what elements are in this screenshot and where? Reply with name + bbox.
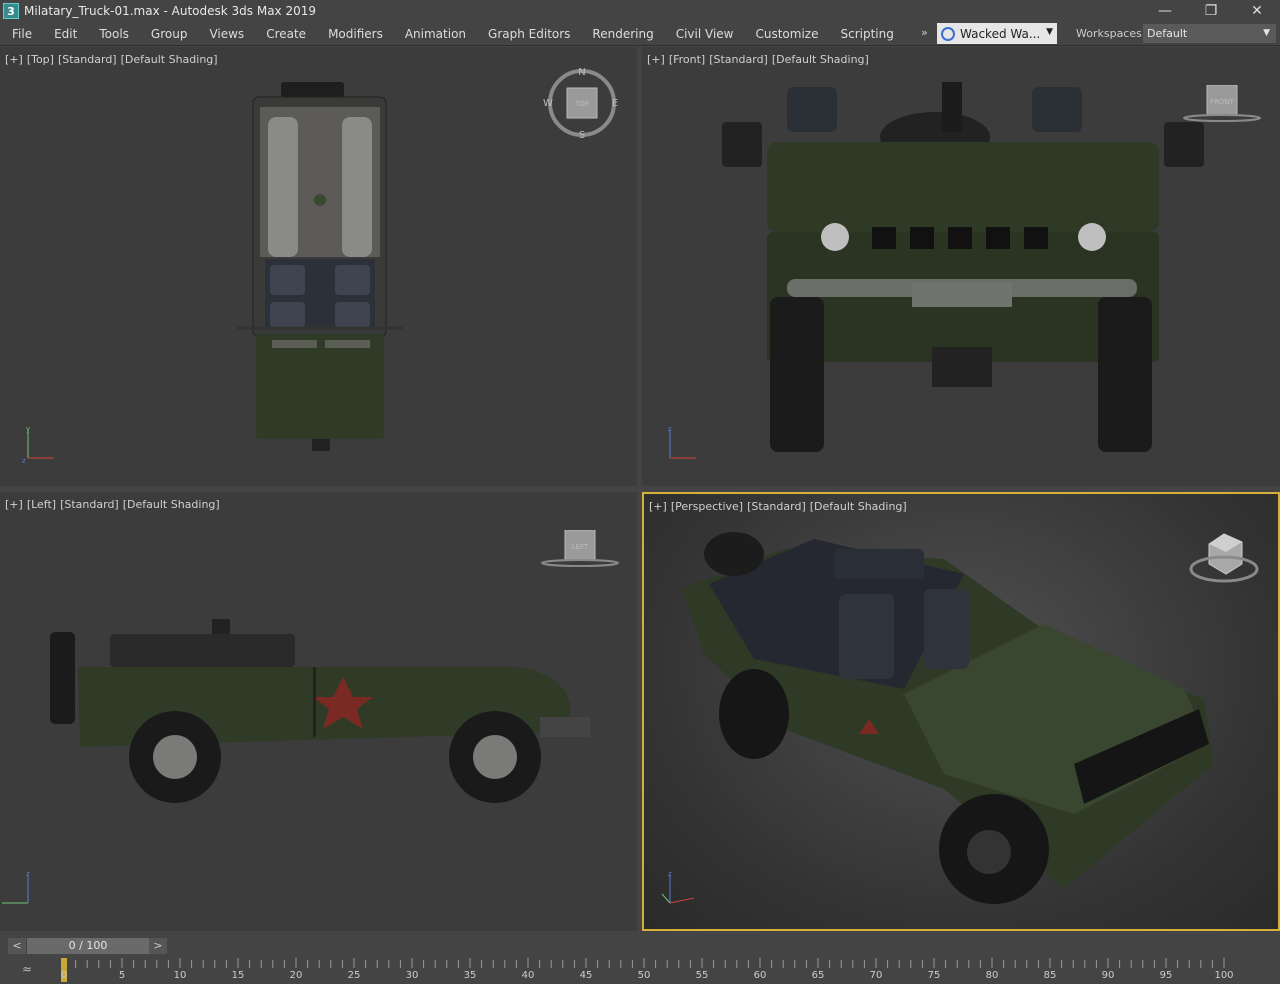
viewcube-face-label: TOP <box>574 100 589 108</box>
menu-bar: File Edit Tools Group Views Create Modif… <box>0 22 1280 46</box>
menu-overflow-button[interactable]: » <box>921 26 928 39</box>
app-icon: 3 <box>3 3 19 19</box>
menu-create[interactable]: Create <box>255 27 317 41</box>
workspaces-label: Workspaces: <box>1076 27 1146 40</box>
minimize-button[interactable]: — <box>1142 0 1188 22</box>
tick-label: 55 <box>695 970 709 981</box>
tick-label: 65 <box>811 970 825 981</box>
menu-rendering[interactable]: Rendering <box>581 27 664 41</box>
viewcube-compass[interactable]: TOP N S E W <box>542 65 622 145</box>
tick-label: 15 <box>231 970 245 981</box>
tick-label: 25 <box>347 970 361 981</box>
user-name: Wacked Wa... <box>960 26 1041 41</box>
tick-label: 50 <box>637 970 651 981</box>
workspace-select[interactable]: Default ▼ <box>1143 24 1276 43</box>
chevron-down-icon: ▼ <box>1046 27 1053 37</box>
compass-west: W <box>543 98 553 109</box>
tick-label: 0 <box>60 970 68 981</box>
tick-label: 60 <box>753 970 767 981</box>
tick-label: 85 <box>1043 970 1057 981</box>
tick-label: 75 <box>927 970 941 981</box>
compass-south: S <box>579 130 585 141</box>
menu-civil-view[interactable]: Civil View <box>665 27 745 41</box>
chevron-down-icon: ▼ <box>1263 28 1270 38</box>
menu-edit[interactable]: Edit <box>43 27 88 41</box>
viewcube[interactable]: LEFT <box>540 530 620 580</box>
viewcube-face-label: FRONT <box>1210 98 1235 106</box>
time-slider[interactable]: < 0 / 100 > <box>8 938 167 954</box>
timeline: < 0 / 100 > ≈ 0 5 10 15 20 25 30 35 40 45 50 55 60 65… <box>0 934 1280 984</box>
menu-scripting[interactable]: Scripting <box>829 27 904 41</box>
tick-label: 35 <box>463 970 477 981</box>
menu-tools[interactable]: Tools <box>88 27 140 41</box>
tick-label: 100 <box>1214 970 1234 981</box>
window-title: Milatary_Truck-01.max - Autodesk 3ds Max… <box>24 4 316 18</box>
tick-label: 45 <box>579 970 593 981</box>
workspace-value: Default <box>1147 27 1188 40</box>
next-frame-button[interactable]: > <box>149 938 167 954</box>
title-bar: 3 Milatary_Truck-01.max - Autodesk 3ds M… <box>0 0 1280 22</box>
viewport-front[interactable]: [+][Front][Standard][Default Shading] <box>642 47 1280 486</box>
tick-label: 30 <box>405 970 419 981</box>
menu-file[interactable]: File <box>0 27 43 41</box>
menu-views[interactable]: Views <box>198 27 255 41</box>
svg-text:z: z <box>668 425 672 433</box>
user-icon <box>941 26 955 41</box>
axis-tripod-icon: y z <box>22 425 54 465</box>
tick-label: 40 <box>521 970 535 981</box>
tick-label: 5 <box>118 970 126 981</box>
axis-tripod-icon: z <box>668 425 696 459</box>
svg-text:y: y <box>26 425 30 433</box>
viewcube[interactable] <box>1184 524 1264 594</box>
compass-north: N <box>578 67 585 78</box>
svg-text:z: z <box>26 870 30 878</box>
tick-label: 80 <box>985 970 999 981</box>
tick-label: 95 <box>1159 970 1173 981</box>
menu-modifiers[interactable]: Modifiers <box>317 27 394 41</box>
prev-frame-button[interactable]: < <box>8 938 26 954</box>
track-bar[interactable]: ≈ 0 5 10 15 20 25 30 35 40 45 50 55 60 65 70 75 80 85 90 95… <box>0 956 1280 984</box>
svg-text:z: z <box>22 457 26 465</box>
axis-tripod-icon: z <box>2 870 30 904</box>
tick-label: 90 <box>1101 970 1115 981</box>
window-controls: — ❐ ✕ <box>1142 0 1280 22</box>
viewport-perspective[interactable]: [+] [Perspective] [Standard] [Default Shadi… <box>642 492 1280 931</box>
restore-button[interactable]: ❐ <box>1188 0 1234 22</box>
user-account-dropdown[interactable]: Wacked Wa... ▼ <box>937 23 1057 44</box>
viewport-left[interactable]: [+] [Left] [Standard] [Default Shading] LEF… <box>0 492 637 931</box>
viewcube[interactable]: FRONT <box>1182 85 1262 135</box>
menu-graph-editors[interactable]: Graph Editors <box>477 27 581 41</box>
compass-east: E <box>612 98 618 109</box>
menu-group[interactable]: Group <box>140 27 199 41</box>
time-slider-thumb[interactable]: 0 / 100 <box>27 938 149 954</box>
viewcube-face-label: LEFT <box>572 543 589 551</box>
tick-label: 20 <box>289 970 303 981</box>
tick-label: 70 <box>869 970 883 981</box>
svg-text:z: z <box>668 870 672 878</box>
app-window: 3 Milatary_Truck-01.max - Autodesk 3ds M… <box>0 0 1280 984</box>
tick-label: 10 <box>173 970 187 981</box>
menu-animation[interactable]: Animation <box>394 27 477 41</box>
menu-customize[interactable]: Customize <box>744 27 829 41</box>
viewport-top[interactable]: [+] [Top] [Standard] [Default Shading] T… <box>0 47 637 486</box>
close-button[interactable]: ✕ <box>1234 0 1280 22</box>
axis-tripod-icon: z <box>661 870 695 904</box>
